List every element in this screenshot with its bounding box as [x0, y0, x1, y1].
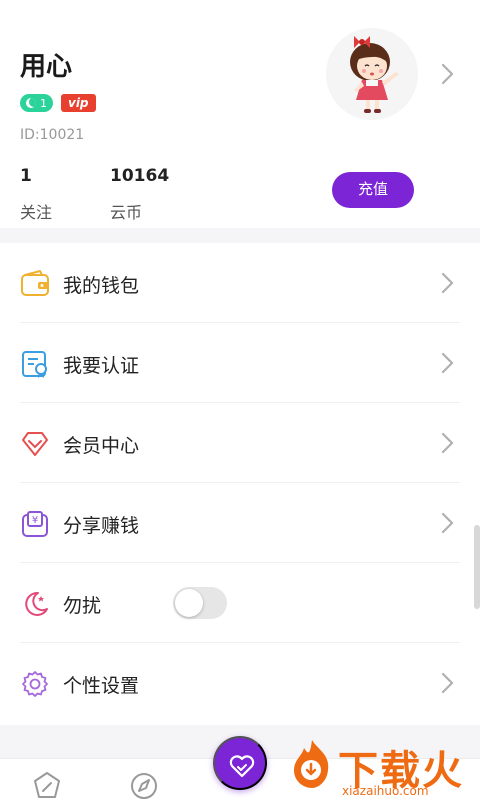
menu-item-settings[interactable]: 个性设置 — [0, 643, 480, 723]
badge-row: 1 vip — [20, 94, 96, 112]
menu-label-membership: 会员中心 — [63, 435, 140, 457]
chevron-right-icon — [440, 351, 456, 379]
gear-icon — [20, 669, 50, 699]
scrollbar[interactable] — [474, 525, 480, 609]
follow-count[interactable]: 1 — [20, 166, 32, 186]
svg-text:¥: ¥ — [32, 515, 38, 526]
user-id: ID:10021 — [20, 127, 85, 143]
menu-item-wallet[interactable]: 我的钱包 — [0, 243, 480, 323]
tab-discover-compass-icon[interactable] — [128, 769, 160, 800]
menu-label-certify: 我要认证 — [63, 355, 140, 377]
menu-item-share-earn[interactable]: ¥ 分享赚钱 — [0, 483, 480, 563]
avatar[interactable] — [326, 28, 418, 120]
profile-header: 用心 1 vip ID:10021 1 关注 10164 云币 充值 — [0, 0, 480, 228]
menu-item-membership[interactable]: 会员中心 — [0, 403, 480, 483]
menu-item-certify[interactable]: 我要认证 — [0, 323, 480, 403]
recharge-button[interactable]: 充值 — [332, 172, 414, 208]
wallet-icon — [20, 269, 50, 299]
tab-home-icon[interactable] — [31, 769, 63, 800]
diamond-icon — [20, 429, 50, 459]
chevron-right-icon — [440, 671, 456, 699]
certificate-icon — [20, 349, 50, 379]
cartoon-girl-avatar-icon — [326, 28, 418, 120]
follow-label[interactable]: 关注 — [20, 199, 52, 223]
center-heart-button[interactable] — [213, 736, 267, 790]
level-value: 1 — [40, 96, 47, 110]
menu-label-share-earn: 分享赚钱 — [63, 515, 140, 537]
menu-label-do-not-disturb: 勿扰 — [63, 595, 102, 617]
moon-icon — [20, 589, 50, 619]
chevron-right-icon — [440, 271, 456, 299]
coin-count[interactable]: 10164 — [110, 166, 169, 186]
watermark: 下载火 xiazaihuo.com — [284, 736, 480, 800]
menu-label-wallet: 我的钱包 — [63, 275, 140, 297]
chevron-right-icon — [440, 431, 456, 459]
menu-label-settings: 个性设置 — [63, 675, 140, 697]
coin-label[interactable]: 云币 — [110, 199, 142, 223]
hearts-icon — [229, 755, 255, 778]
username: 用心 — [20, 52, 73, 82]
menu-item-do-not-disturb: 勿扰 — [0, 563, 480, 643]
watermark-domain: xiazaihuo.com — [342, 784, 429, 798]
menu-list: 我的钱包 我要认证 会员中心 ¥ 分享赚钱 勿扰 个性设置 — [0, 243, 480, 725]
level-badge: 1 — [20, 94, 53, 112]
level-moon-icon — [26, 98, 36, 108]
chevron-right-icon — [440, 511, 456, 539]
profile-chevron-right-icon[interactable] — [440, 62, 456, 90]
yen-share-icon: ¥ — [20, 509, 50, 539]
flame-logo-icon — [294, 740, 329, 788]
do-not-disturb-toggle[interactable] — [173, 587, 227, 619]
vip-badge: vip — [61, 94, 96, 112]
